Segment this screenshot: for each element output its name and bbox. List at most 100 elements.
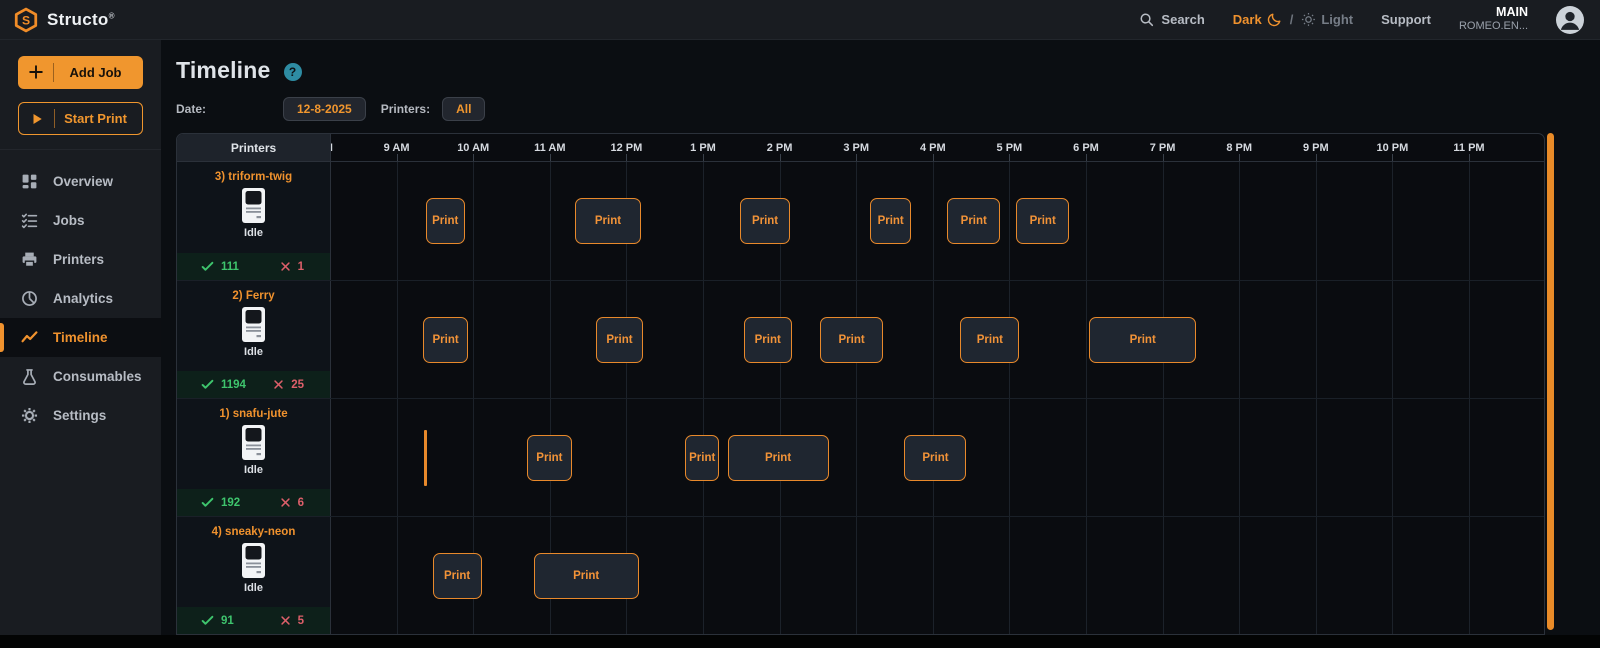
print-job[interactable]: Print	[820, 317, 883, 363]
time-label: 4 PM	[920, 142, 946, 154]
printer-stats: 91 5	[177, 607, 330, 634]
sidebar-item-jobs[interactable]: Jobs	[0, 201, 161, 240]
sidebar-item-printers[interactable]: Printers	[0, 240, 161, 279]
time-label: 10 AM	[457, 142, 489, 154]
account-info[interactable]: MAIN ROMEO.EN...	[1459, 5, 1528, 33]
print-job-marker[interactable]	[424, 430, 427, 486]
printer-row: 2) Ferry Idle 1194 25 PrintPrintPrintPri…	[177, 280, 1544, 398]
sidebar-item-timeline[interactable]: Timeline	[0, 318, 161, 357]
structo-logo-icon: S	[13, 7, 39, 33]
date-picker-button[interactable]: 12-8-2025	[283, 97, 366, 121]
success-count: 1194	[221, 379, 246, 391]
print-job[interactable]: Print	[870, 198, 911, 244]
time-label: 8 AM	[331, 142, 333, 154]
add-job-button[interactable]: Add Job	[18, 56, 143, 89]
x-icon	[280, 261, 291, 272]
print-job[interactable]: Print	[960, 317, 1019, 363]
printer-status: Idle	[244, 464, 263, 476]
svg-text:S: S	[22, 13, 30, 27]
grid-header: Printers 8 AM9 AM10 AM11 AM12 PM1 PM2 PM…	[177, 134, 1544, 162]
printer-row: 1) snafu-jute Idle 192 6 PrintPrintPrint…	[177, 398, 1544, 516]
timeline-lane: Print Print Print Print Print Print	[331, 281, 1544, 398]
sidebar-item-consumables[interactable]: Consumables	[0, 357, 161, 396]
print-job[interactable]: Print	[527, 435, 572, 481]
title-row: Timeline ?	[161, 40, 1600, 84]
print-job[interactable]: Print	[1089, 317, 1196, 363]
check-icon	[201, 614, 214, 627]
timeline-lane: Print Print Print Print Print Print	[331, 162, 1544, 280]
hour-tick	[473, 154, 474, 161]
start-print-button[interactable]: Start Print	[18, 102, 143, 135]
theme-toggle[interactable]: Dark / Light	[1233, 12, 1353, 27]
sidebar-item-label: Jobs	[53, 213, 85, 228]
time-label: 7 PM	[1150, 142, 1176, 154]
sidebar-item-label: Overview	[53, 174, 113, 189]
topbar-actions: Search Dark / Light Support MAIN ROMEO.E…	[1139, 5, 1600, 33]
print-job[interactable]: Print	[423, 317, 467, 363]
time-label: 3 PM	[843, 142, 869, 154]
success-count: 192	[221, 497, 240, 509]
print-job[interactable]: Print	[685, 435, 719, 481]
print-job[interactable]: Print	[433, 553, 482, 599]
printer-stats: 1194 25	[177, 371, 330, 398]
print-job[interactable]: Print	[596, 317, 643, 363]
hour-tick	[1009, 154, 1010, 161]
print-job[interactable]: Print	[426, 198, 465, 244]
settings-icon	[21, 407, 38, 424]
printer-row: 4) sneaky-neon Idle 91 5 Print Print	[177, 516, 1544, 634]
sidebar: Add Job Start Print Overview Jobs Printe…	[0, 40, 161, 648]
hour-tick	[550, 154, 551, 161]
avatar[interactable]	[1556, 6, 1584, 34]
printers-filter-button[interactable]: All	[442, 97, 485, 121]
fail-count: 25	[291, 379, 304, 391]
time-label: 9 AM	[384, 142, 410, 154]
time-header: 8 AM9 AM10 AM11 AM12 PM1 PM2 PM3 PM4 PM5…	[331, 134, 1544, 161]
registered-mark: ®	[109, 11, 115, 20]
success-stat: 192	[201, 496, 240, 509]
search-icon	[1139, 12, 1154, 27]
print-job[interactable]: Print	[740, 198, 791, 244]
printer-cell[interactable]: 3) triform-twig Idle 111 1	[177, 162, 331, 280]
time-label: 2 PM	[767, 142, 793, 154]
sidebar-item-label: Consumables	[53, 369, 142, 384]
printer-image-icon	[241, 424, 266, 461]
printers-icon	[21, 251, 38, 268]
fail-count: 1	[298, 261, 304, 273]
success-count: 111	[221, 261, 239, 273]
timeline-scrollbar[interactable]	[1547, 133, 1554, 630]
printer-name: 2) Ferry	[232, 290, 274, 302]
page-title: Timeline	[176, 57, 271, 84]
print-job[interactable]: Print	[575, 198, 641, 244]
hour-tick	[703, 154, 704, 161]
consumables-icon	[21, 368, 38, 385]
timeline-grid-wrap: Printers 8 AM9 AM10 AM11 AM12 PM1 PM2 PM…	[176, 133, 1545, 635]
hour-tick	[933, 154, 934, 161]
printer-cell[interactable]: 4) sneaky-neon Idle 91 5	[177, 517, 331, 634]
printers-filter-label: Printers:	[381, 102, 430, 116]
hour-tick	[1163, 154, 1164, 161]
hour-tick	[1392, 154, 1393, 161]
support-link[interactable]: Support	[1381, 12, 1431, 27]
sidebar-item-overview[interactable]: Overview	[0, 162, 161, 201]
print-job[interactable]: Print	[904, 435, 966, 481]
timeline-lane: Print Print Print Print	[331, 399, 1544, 516]
dark-mode-label[interactable]: Dark	[1233, 12, 1262, 27]
overview-icon	[21, 173, 38, 190]
print-job[interactable]: Print	[744, 317, 792, 363]
x-icon	[273, 379, 284, 390]
sun-icon	[1301, 12, 1316, 27]
account-name: ROMEO.EN...	[1459, 20, 1528, 33]
print-job[interactable]: Print	[728, 435, 829, 481]
printer-cell[interactable]: 2) Ferry Idle 1194 25	[177, 281, 331, 398]
search-button[interactable]: Search	[1139, 12, 1204, 27]
printer-cell[interactable]: 1) snafu-jute Idle 192 6	[177, 399, 331, 516]
light-mode-label[interactable]: Light	[1321, 12, 1353, 27]
sidebar-item-settings[interactable]: Settings	[0, 396, 161, 435]
print-job[interactable]: Print	[534, 553, 639, 599]
print-job[interactable]: Print	[1016, 198, 1069, 244]
printers-column-header: Printers	[177, 134, 331, 161]
sidebar-item-analytics[interactable]: Analytics	[0, 279, 161, 318]
help-icon[interactable]: ?	[284, 63, 302, 81]
print-job[interactable]: Print	[947, 198, 1000, 244]
printer-status: Idle	[244, 346, 263, 358]
